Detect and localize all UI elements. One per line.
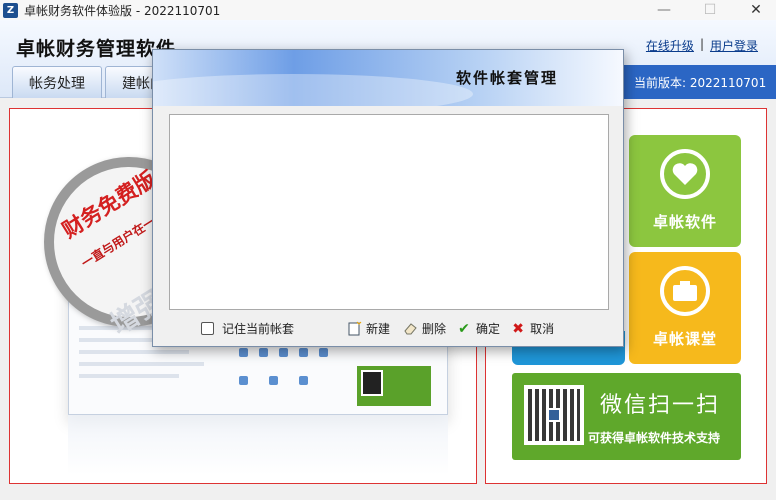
mock-row — [79, 362, 204, 366]
account-set-list[interactable] — [169, 114, 609, 310]
tab-accounting[interactable]: 帐务处理 — [12, 66, 102, 98]
version-label: 当前版本: 2022110701 — [624, 65, 776, 99]
upgrade-link[interactable]: 在线升级 — [646, 37, 694, 54]
mock-icon — [239, 376, 248, 385]
dialog-banner: 软件帐套管理 — [153, 50, 623, 106]
mock-qr-card — [357, 366, 431, 406]
cancel-button-label: 取消 — [530, 322, 555, 336]
wechat-qr-code — [524, 385, 584, 445]
mock-icon — [239, 348, 248, 357]
mock-icon — [299, 376, 308, 385]
ok-button[interactable]: ✔ 确定 — [456, 320, 500, 337]
new-button[interactable]: 新建 — [346, 320, 390, 337]
top-links: 在线升级 | 用户登录 — [646, 37, 758, 54]
classroom-tile[interactable]: 卓帐课堂 — [629, 252, 741, 364]
new-button-label: 新建 — [366, 322, 391, 336]
maximize-button[interactable]: ☐ — [690, 0, 730, 20]
account-set-dialog: 软件帐套管理 记住当前帐套 新建 删除 ✔ 确定 ✖ 取消 — [152, 49, 624, 347]
dialog-title: 软件帐套管理 — [456, 69, 559, 87]
mock-icon — [319, 348, 328, 357]
minimize-button[interactable]: — — [644, 0, 684, 20]
ok-button-label: 确定 — [476, 322, 501, 336]
cancel-button[interactable]: ✖ 取消 — [510, 320, 554, 337]
wechat-support-card: 微信扫一扫 可获得卓帐软件技术支持 — [512, 373, 741, 460]
mock-icon — [299, 348, 308, 357]
software-tile-label: 卓帐软件 — [652, 213, 717, 231]
screenshot-reflection — [68, 415, 448, 475]
window-title: 卓帐财务软件体验版 - 2022110701 — [24, 3, 221, 18]
app-logo-icon — [547, 408, 561, 422]
heart-icon — [660, 149, 710, 199]
close-button[interactable]: ✕ — [736, 0, 776, 20]
login-link[interactable]: 用户登录 — [710, 37, 758, 54]
camera-icon — [660, 266, 710, 316]
software-tile[interactable]: 卓帐软件 — [629, 135, 741, 247]
new-document-icon — [346, 321, 362, 337]
mock-row — [79, 350, 189, 354]
mock-icon — [279, 348, 288, 357]
wechat-title: 微信扫一扫 — [600, 393, 721, 418]
remember-label: 记住当前帐套 — [222, 322, 295, 336]
checkbox-box[interactable] — [201, 322, 214, 335]
app-logo-icon: Z — [3, 2, 18, 18]
delete-button[interactable]: 删除 — [402, 320, 446, 337]
mock-row — [79, 374, 179, 378]
delete-button-label: 删除 — [422, 322, 447, 336]
classroom-tile-label: 卓帐课堂 — [652, 330, 717, 348]
wechat-subtitle: 可获得卓帐软件技术支持 — [588, 431, 721, 445]
checkmark-icon: ✔ — [458, 320, 470, 337]
mock-icon — [259, 348, 268, 357]
dialog-footer: 记住当前帐套 新建 删除 ✔ 确定 ✖ 取消 — [201, 320, 554, 337]
cross-icon: ✖ — [512, 320, 524, 337]
title-bar: Z 卓帐财务软件体验版 - 2022110701 — ☐ ✕ — [0, 0, 776, 20]
remember-checkbox[interactable]: 记住当前帐套 — [201, 320, 294, 337]
link-separator: | — [699, 37, 704, 51]
mock-icon — [269, 376, 278, 385]
eraser-icon — [402, 321, 418, 337]
